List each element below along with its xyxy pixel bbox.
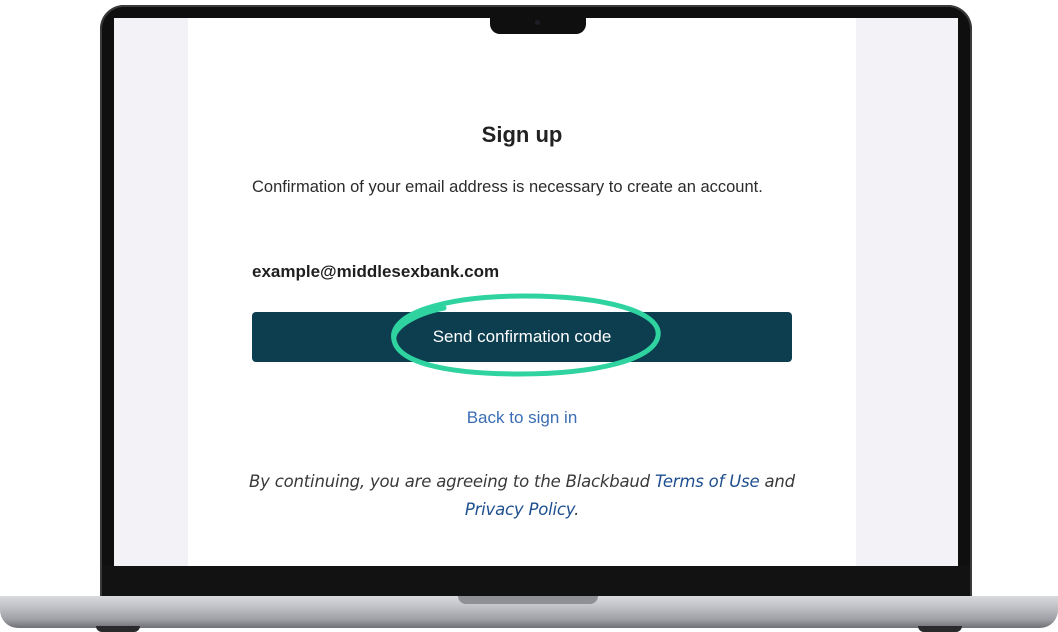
base-opening-lip [458, 596, 598, 604]
signup-page: Sign up Confirmation of your email addre… [188, 18, 856, 566]
page-title: Sign up [481, 122, 563, 147]
bottom-bezel [102, 566, 970, 596]
legal-prefix: By continuing, you are agreeing to the B… [249, 472, 650, 491]
back-to-sign-in-link[interactable]: Back to sign in [188, 408, 856, 428]
legal-and: and [764, 472, 796, 491]
camera-notch [490, 16, 586, 34]
legal-suffix: . [574, 500, 580, 519]
right-foot [918, 626, 962, 632]
laptop-screen: Sign up Confirmation of your email addre… [114, 18, 958, 566]
send-confirmation-code-button[interactable]: Send confirmation code [252, 312, 792, 362]
terms-of-use-link[interactable]: Terms of Use [655, 472, 760, 491]
camera-notch-icon [535, 20, 540, 25]
privacy-policy-link[interactable]: Privacy Policy [465, 500, 574, 519]
signup-description: Confirmation of your email address is ne… [252, 178, 763, 196]
email-address: example@middlesexbank.com [252, 262, 500, 281]
left-foot [96, 626, 140, 632]
legal-notice: By continuing, you are agreeing to the B… [218, 468, 826, 524]
